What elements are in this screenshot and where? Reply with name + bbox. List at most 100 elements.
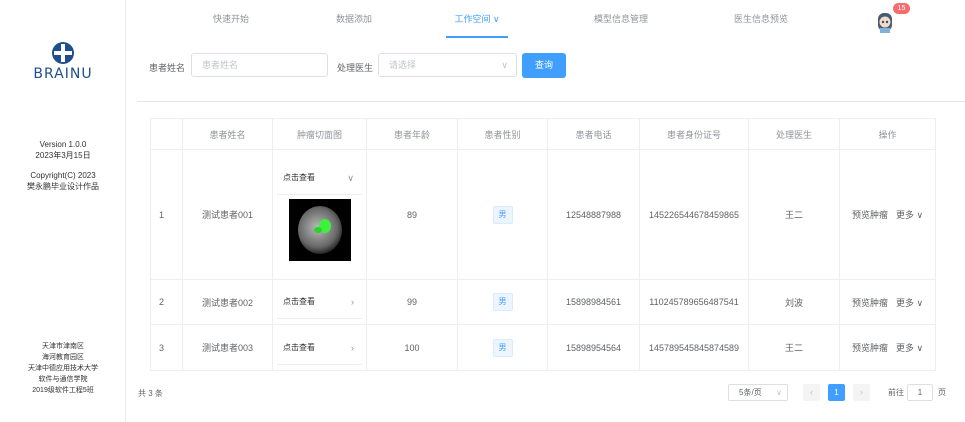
- doctor-label: 处理医生: [337, 63, 374, 73]
- view-link: 点击查看: [283, 342, 315, 352]
- slice-collapse[interactable]: 点击查看 ›: [277, 331, 362, 365]
- patient-name: 测试患者002: [182, 279, 273, 325]
- patient-doctor: 刘波: [748, 279, 840, 325]
- preview-tumor-button[interactable]: 预览肿瘤: [852, 343, 888, 353]
- nav-workspace-label: 工作空间: [454, 14, 491, 24]
- address-line: 2019级软件工程5班: [32, 387, 94, 394]
- app-info: Version 1.0.0 2023年3月15日 Copyright(C) 20…: [0, 139, 126, 192]
- patient-age: 100: [366, 324, 458, 371]
- collapse-header[interactable]: 点击查看 ›: [277, 331, 362, 365]
- row-index: 1: [150, 149, 183, 280]
- page-unit-label: 页: [938, 388, 946, 397]
- slice-cell: 点击查看 ›: [272, 279, 367, 325]
- chevron-down-icon: ∨: [492, 14, 500, 24]
- patient-doctor: 王二: [748, 324, 840, 371]
- nav-workspace[interactable]: 工作空间 ∨: [446, 0, 508, 38]
- chevron-down-icon: ∨: [776, 388, 782, 397]
- row-index: 3: [150, 324, 183, 371]
- table-row: 1 测试患者001 点击查看 ∨ 89 男 12548887988 1452265…: [150, 149, 936, 280]
- doctor-select[interactable]: 请选择 ∨: [378, 53, 517, 77]
- col-id: 患者身份证号: [639, 118, 749, 150]
- patient-phone: 15898984561: [547, 279, 640, 325]
- ops-cell: 预览肿瘤 更多 ∨: [839, 324, 936, 371]
- more-dropdown[interactable]: 更多 ∨: [896, 298, 923, 308]
- patient-doctor: 王二: [748, 149, 840, 280]
- patient-name-input[interactable]: 患者姓名: [191, 53, 328, 77]
- patient-age: 99: [366, 279, 458, 325]
- copyright-text: Copyright(C) 2023: [30, 171, 96, 180]
- notification-badge: 15: [893, 3, 910, 14]
- chevron-down-icon: ∨: [347, 172, 354, 183]
- logo-text: BRAINU: [33, 66, 93, 82]
- sex-tag: 男: [492, 338, 513, 357]
- page-size-value: 5条/页: [739, 388, 762, 397]
- col-age: 患者年龄: [366, 118, 458, 150]
- sex-tag: 男: [492, 293, 513, 311]
- address-line: 海河教育园区: [42, 354, 84, 361]
- slice-cell: 点击查看 ∨: [272, 149, 367, 280]
- patient-id-card: 110245789656487541: [639, 279, 749, 325]
- col-name: 患者姓名: [182, 118, 273, 150]
- goto-label: 前往: [888, 388, 904, 397]
- collapse-header[interactable]: 点击查看 ›: [277, 285, 362, 319]
- nav-data-add[interactable]: 数据添加: [331, 0, 377, 38]
- next-page-button[interactable]: ›: [853, 384, 870, 401]
- user-avatar-icon[interactable]: [875, 11, 895, 33]
- preview-tumor-button[interactable]: 预览肿瘤: [852, 298, 888, 308]
- chevron-right-icon: ›: [351, 342, 354, 353]
- preview-tumor-button[interactable]: 预览肿瘤: [852, 210, 888, 220]
- sex-cell: 男: [457, 279, 548, 325]
- patient-table: 患者姓名 肿瘤切面图 患者年龄 患者性别 患者电话 患者身份证号 处理医生 操作…: [150, 118, 936, 371]
- ops-cell: 预览肿瘤 更多 ∨: [839, 149, 936, 280]
- patient-id-card: 145789545845874589: [639, 324, 749, 371]
- author-text: 樊永鹏毕业设计作品: [27, 182, 99, 191]
- ops-cell: 预览肿瘤 更多 ∨: [839, 279, 936, 325]
- sex-cell: 男: [457, 324, 548, 371]
- slice-collapse[interactable]: 点击查看 ∨: [277, 161, 362, 261]
- col-index: [150, 118, 183, 150]
- row-index: 2: [150, 279, 183, 325]
- col-phone: 患者电话: [547, 118, 640, 150]
- doctor-select-placeholder: 请选择: [389, 60, 417, 70]
- col-doctor: 处理医生: [748, 118, 840, 150]
- tumor-slice-image: [288, 198, 351, 261]
- page-number-current[interactable]: 1: [828, 384, 845, 401]
- version-text: Version 1.0.0: [39, 140, 87, 149]
- more-dropdown[interactable]: 更多 ∨: [896, 210, 923, 220]
- patient-phone: 12548887988: [547, 149, 640, 280]
- prev-page-button[interactable]: ‹: [803, 384, 820, 401]
- page-size-select[interactable]: 5条/页 ∨: [728, 384, 788, 401]
- col-ops: 操作: [839, 118, 936, 150]
- address-line: 天津中德应用技术大学: [28, 365, 98, 372]
- more-dropdown[interactable]: 更多 ∨: [896, 343, 923, 353]
- col-slice: 肿瘤切面图: [272, 118, 367, 150]
- sex-cell: 男: [457, 149, 548, 280]
- chevron-right-icon: ›: [860, 387, 863, 397]
- top-nav: 快速开始 数据添加 工作空间 ∨ 模型信息管理 医生信息预览: [126, 0, 965, 38]
- chevron-down-icon: ∨: [501, 60, 508, 70]
- patient-name-label: 患者姓名: [149, 63, 186, 73]
- goto-page-input[interactable]: 1: [907, 384, 933, 401]
- patient-name: 测试患者003: [182, 324, 273, 371]
- sidebar: BRAINU Version 1.0.0 2023年3月15日 Copyrigh…: [0, 0, 126, 422]
- patient-phone: 15898954564: [547, 324, 640, 371]
- sex-tag: 男: [492, 205, 513, 224]
- col-sex: 患者性别: [457, 118, 548, 150]
- view-link: 点击查看: [283, 297, 315, 306]
- patient-age: 89: [366, 149, 458, 280]
- query-button[interactable]: 查询: [522, 53, 566, 78]
- table-header-row: 患者姓名 肿瘤切面图 患者年龄 患者性别 患者电话 患者身份证号 处理医生 操作: [150, 118, 936, 150]
- slice-collapse[interactable]: 点击查看 ›: [277, 285, 362, 319]
- total-count: 共 3 条: [138, 389, 163, 398]
- patient-name: 测试患者001: [182, 149, 273, 280]
- nav-doctor-info[interactable]: 医生信息预览: [731, 0, 791, 38]
- table-row: 2 测试患者002 点击查看 › 99 男 15898984561 1102457…: [150, 279, 936, 325]
- logo: BRAINU: [0, 42, 126, 82]
- chevron-right-icon: ›: [351, 297, 354, 307]
- nav-model-info[interactable]: 模型信息管理: [591, 0, 651, 38]
- table-row: 3 测试患者003 点击查看 › 100 男 15898954564 145789…: [150, 324, 936, 371]
- nav-quick-start[interactable]: 快速开始: [208, 0, 254, 38]
- collapse-header[interactable]: 点击查看 ∨: [277, 161, 362, 195]
- address-line: 软件与通信学院: [38, 376, 88, 383]
- address-line: 天津市津南区: [42, 343, 84, 350]
